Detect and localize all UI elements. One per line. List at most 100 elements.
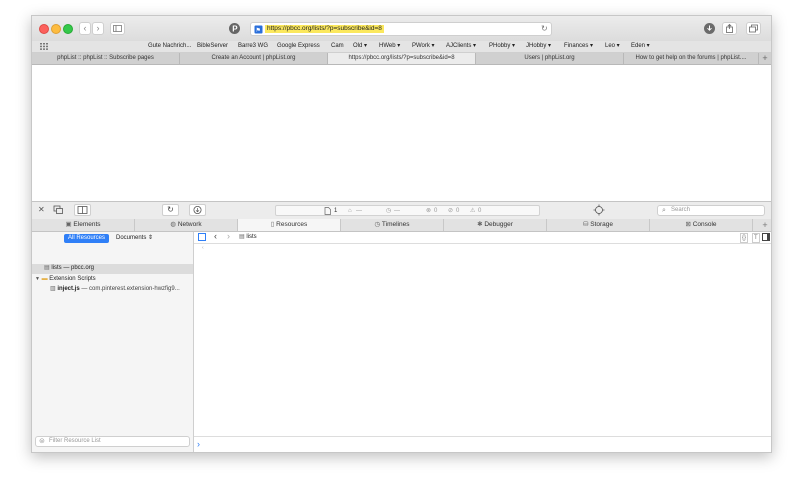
tab-timelines[interactable]: ◷ Timelines <box>341 219 444 231</box>
search-placeholder: Search <box>671 207 691 213</box>
timelines-icon: ◷ <box>374 221 382 228</box>
crosshair-icon[interactable] <box>593 204 605 216</box>
pinterest-icon: P <box>232 25 238 34</box>
bookmark-folder[interactable]: Old ▾ <box>353 42 367 51</box>
error-icon: ⊗ <box>426 208 432 214</box>
bookmark-folder[interactable]: AJClients ▾ <box>446 42 476 51</box>
tab-network[interactable]: ◍ Network <box>135 219 238 231</box>
bookmark-item[interactable]: BibleServer <box>197 42 228 51</box>
grid-icon[interactable] <box>40 43 48 50</box>
details-sidebar-icon[interactable] <box>762 233 770 241</box>
documents-scope-button[interactable]: Documents ⇕ <box>116 234 153 243</box>
browser-tab-active[interactable]: https://pbcc.org/lists/?p=subscribe&id=8 <box>328 53 476 64</box>
tree-item-inject-script[interactable]: ▥ inject.js — com.pinterest.extension-hw… <box>50 285 180 294</box>
reload-page-button[interactable]: ↻ <box>162 204 179 216</box>
resources-sidebar: All Resources Documents ⇕ ▤ lists — pbcc… <box>32 232 194 452</box>
breadcrumb-file: lists <box>246 234 257 240</box>
download-icon <box>707 25 712 31</box>
tab-storage[interactable]: ⛁ Storage <box>547 219 650 231</box>
line-gutter-marker: ‹ <box>202 245 204 251</box>
clock-icon: ◷ <box>386 208 392 214</box>
console-icon: ⊠ <box>685 221 693 228</box>
bookmark-item[interactable]: Gute Nachrich... <box>148 42 191 51</box>
bookmark-folder[interactable]: Eden ▾ <box>631 42 650 51</box>
bookmark-folder[interactable]: Finances ▾ <box>564 42 593 51</box>
web-content <box>32 65 771 201</box>
tab-overview-button[interactable] <box>746 22 761 35</box>
filter-placeholder: Filter Resource List <box>49 438 101 444</box>
log-icon: ⚠ <box>470 208 476 214</box>
warning-icon: ⊘ <box>448 208 454 214</box>
tab-console[interactable]: ⊠ Console <box>650 219 753 231</box>
close-icon[interactable]: ✕ <box>38 205 45 215</box>
bookmark-folder[interactable]: PWork ▾ <box>412 42 435 51</box>
browser-tab[interactable]: How to get help on the forums | phpList.… <box>624 53 759 64</box>
forward-arrow-icon[interactable]: › <box>227 231 230 242</box>
sidebar-toggle-button[interactable] <box>110 22 125 35</box>
document-icon: ▤ <box>44 265 50 271</box>
download-archive-button[interactable] <box>189 204 206 216</box>
tree-item-label: lists — pbcc.org <box>51 265 95 271</box>
error-count: 0 <box>434 208 438 214</box>
navigation-bar: ‹ › ▤ lists {} T <box>194 231 771 244</box>
bookmark-folder[interactable]: HWeb ▾ <box>379 42 400 51</box>
add-tab-button[interactable]: + <box>759 219 771 231</box>
url-text[interactable]: https://pbcc.org/lists/?p=subscribe&id=8 <box>265 25 384 33</box>
close-window-button[interactable] <box>39 24 49 34</box>
tab-resources[interactable]: ▯ Resources <box>238 219 341 231</box>
zoom-window-button[interactable] <box>63 24 73 34</box>
document-icon: ▤ <box>239 234 245 240</box>
address-bar[interactable]: ⚑ https://pbcc.org/lists/?p=subscribe&id… <box>250 22 552 36</box>
devtools-toolbar: ✕ ↻ 1 ⌂ — ◷ — ⊗ 0 ⊘ 0 ⚠ 0 ⌕ Search <box>32 201 771 220</box>
filter-icon: ⊜ <box>39 438 45 445</box>
share-button[interactable] <box>722 22 737 35</box>
back-button[interactable]: ‹ <box>79 22 91 35</box>
breadcrumb[interactable]: ▤ lists <box>239 233 257 242</box>
back-arrow-icon[interactable]: ‹ <box>214 231 217 242</box>
bookmarks-bar: Gute Nachrich... BibleServer Barre3 WG G… <box>32 41 771 53</box>
all-resources-button[interactable]: All Resources <box>64 234 110 243</box>
tabs-icon <box>749 24 758 33</box>
disclosure-triangle-icon: ▼ <box>35 276 40 282</box>
forward-button[interactable]: › <box>92 22 104 35</box>
tree-folder-label: Extension Scripts <box>49 276 96 282</box>
undock-icon[interactable] <box>53 205 64 215</box>
bookmark-folder[interactable]: PHobby ▾ <box>489 42 515 51</box>
type-icon[interactable]: T <box>752 233 760 243</box>
dock-mode-button[interactable] <box>74 204 91 216</box>
browser-tab[interactable]: Users | phpList.org <box>476 53 624 64</box>
bookmark-folder[interactable]: Leo ▾ <box>605 42 620 51</box>
console-prompt-icon: › <box>197 439 200 449</box>
search-icon: ⌕ <box>662 207 666 214</box>
resource-count: 1 <box>334 208 338 214</box>
downloads-button[interactable] <box>704 23 715 34</box>
dashboard[interactable]: 1 ⌂ — ◷ — ⊗ 0 ⊘ 0 ⚠ 0 <box>275 205 540 216</box>
dock-bottom-icon <box>77 206 88 214</box>
bookmark-item[interactable]: Google Express <box>277 42 320 51</box>
browser-tab[interactable]: Create an Account | phpList.org <box>180 53 328 64</box>
quick-console[interactable]: › <box>194 436 771 452</box>
reload-icon[interactable]: ↻ <box>541 24 548 34</box>
bookmark-item[interactable]: Cam <box>331 42 344 51</box>
tab-debugger[interactable]: ✱ Debugger <box>444 219 547 231</box>
tab-bar: phpList :: phpList :: Subscribe pages Cr… <box>32 53 771 65</box>
minimize-window-button[interactable] <box>51 24 61 34</box>
pretty-print-icon[interactable]: {} <box>740 233 749 243</box>
tab-elements[interactable]: ▣ Elements <box>32 219 135 231</box>
tree-item-main-document[interactable]: ▤ lists — pbcc.org <box>44 264 94 273</box>
filter-resource-input[interactable]: ⊜ Filter Resource List <box>35 436 190 447</box>
weight-icon: ⌂ <box>348 208 352 214</box>
folder-icon: ▬ <box>41 276 48 282</box>
devtools-search-input[interactable]: ⌕ Search <box>657 205 765 216</box>
tree-item-subtitle: — com.pinterest.extension-hwzfig9... <box>81 286 180 292</box>
bookmark-item[interactable]: Barre3 WG <box>238 42 268 51</box>
pinterest-extension-button[interactable]: P <box>229 23 240 34</box>
sidebar-toggle-icon[interactable] <box>198 233 206 241</box>
bookmark-folder[interactable]: JHobby ▾ <box>526 42 551 51</box>
tree-folder-extension-scripts[interactable]: ▼ ▬ Extension Scripts <box>35 275 96 284</box>
browser-tab[interactable]: phpList :: phpList :: Subscribe pages <box>32 53 180 64</box>
script-icon: ▥ <box>50 286 56 292</box>
new-tab-button[interactable]: + <box>759 53 771 64</box>
browser-window: ‹ › P ⚑ https://pbcc.org/lists/?p=subscr… <box>31 15 772 453</box>
chevron-left-icon: ‹ <box>83 23 87 33</box>
